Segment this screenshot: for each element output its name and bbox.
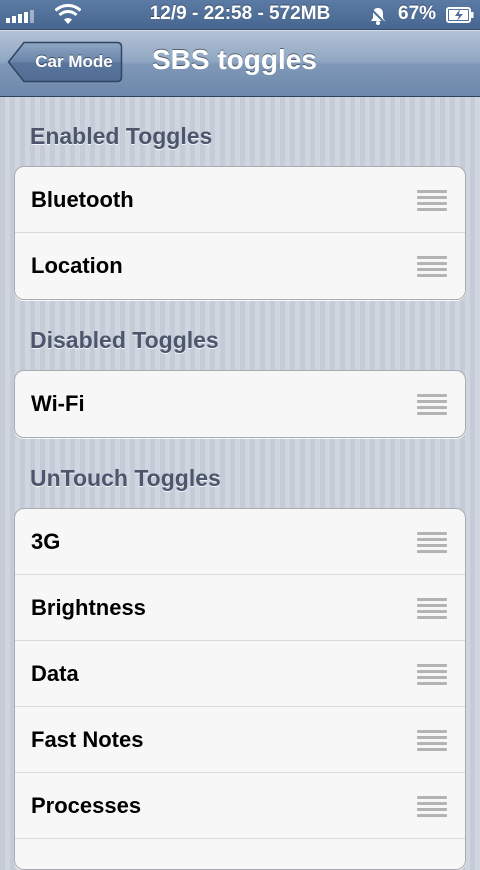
reorder-grip-icon[interactable] — [417, 795, 447, 817]
toggle-row-data[interactable]: Data — [15, 641, 465, 707]
battery-charging-icon — [446, 7, 474, 23]
toggle-row-partial[interactable] — [15, 839, 465, 869]
bell-muted-icon — [369, 7, 387, 25]
toggle-row-bluetooth[interactable]: Bluetooth — [15, 167, 465, 233]
toggle-label: Wi-Fi — [31, 391, 85, 416]
toggle-label: Bluetooth — [31, 187, 134, 212]
section-header-untouch: UnTouch Toggles — [30, 465, 221, 491]
section-header-enabled: Enabled Toggles — [30, 123, 213, 149]
section-header-disabled: Disabled Toggles — [30, 327, 219, 353]
toggle-row-location[interactable]: Location — [15, 233, 465, 299]
toggle-label: Brightness — [31, 595, 146, 620]
reorder-grip-icon[interactable] — [417, 255, 447, 277]
toggle-row-3g[interactable]: 3G — [15, 509, 465, 575]
untouch-toggles-list: 3G Brightness Data Fast Notes Processes — [14, 508, 466, 870]
toggle-label: Data — [31, 661, 79, 686]
navigation-bar: Car Mode SBS toggles — [0, 30, 480, 97]
toggle-row-wifi[interactable]: Wi-Fi — [15, 371, 465, 437]
battery-percent: 67% — [398, 3, 437, 24]
reorder-grip-icon[interactable] — [417, 393, 447, 415]
toggle-label: Processes — [31, 793, 142, 818]
reorder-grip-icon[interactable] — [417, 597, 447, 619]
reorder-grip-icon[interactable] — [417, 729, 447, 751]
toggle-label: Fast Notes — [31, 727, 144, 752]
status-bar: 12/9 - 22:58 - 572MB 67% — [0, 0, 480, 30]
page-title: SBS toggles — [152, 44, 317, 75]
enabled-toggles-list: Bluetooth Location — [14, 166, 466, 300]
toggle-row-brightness[interactable]: Brightness — [15, 575, 465, 641]
disabled-toggles-list: Wi-Fi — [14, 370, 466, 438]
toggle-row-fast-notes[interactable]: Fast Notes — [15, 707, 465, 773]
reorder-grip-icon[interactable] — [417, 531, 447, 553]
toggle-label: 3G — [31, 529, 61, 554]
reorder-grip-icon[interactable] — [417, 189, 447, 211]
back-button-label: Car Mode — [35, 52, 113, 71]
toggle-row-processes[interactable]: Processes — [15, 773, 465, 839]
reorder-grip-icon[interactable] — [417, 663, 447, 685]
back-button[interactable]: Car Mode — [7, 41, 123, 83]
toggle-label: Location — [31, 253, 123, 278]
